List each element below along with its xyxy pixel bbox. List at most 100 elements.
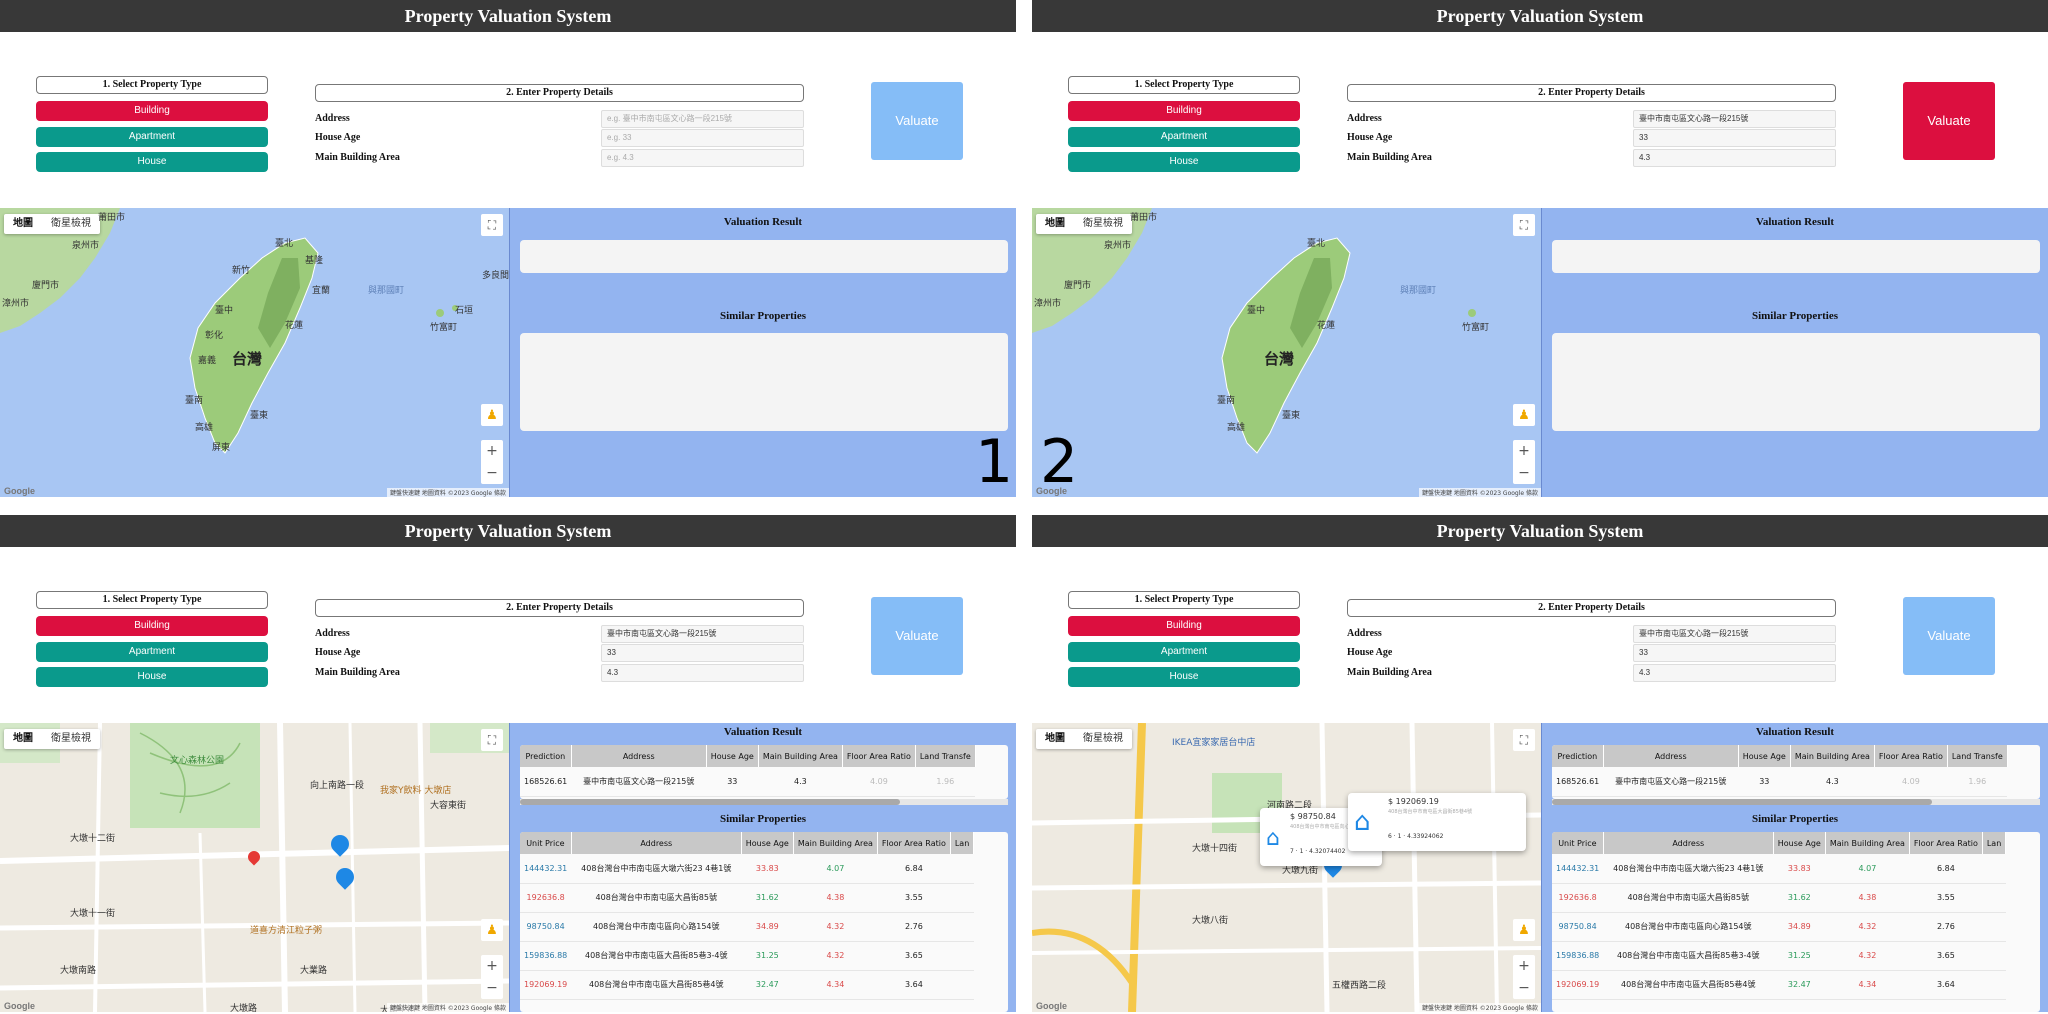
zoom-out-icon[interactable]: − <box>481 977 503 999</box>
scrollbar[interactable] <box>1552 799 2040 805</box>
popup-price: $ 98750.84 <box>1290 812 1336 821</box>
map-view[interactable]: 地圖 衛星檢視 ⛶ 莆田市 泉州市 廈門市 漳州市 臺北 臺中 花蓮 台灣 臺南… <box>1032 208 1541 497</box>
building-button[interactable]: Building <box>1068 616 1300 636</box>
map-label: 漳州市 <box>2 299 30 309</box>
cell: 34.89 <box>741 912 794 942</box>
address-input[interactable]: e.g. 臺中市南屯區文心路一段215號 <box>601 110 804 128</box>
cell: 3.55 <box>877 883 951 913</box>
pegman-icon[interactable]: ♟ <box>1513 919 1535 941</box>
map-tab[interactable]: 地圖 <box>4 214 42 234</box>
map-view[interactable]: 地圖 衛星檢視 ⛶ 文心森林公園 大墩十二街 大墩十一街 大墩南路 大業路 向上… <box>0 723 509 1012</box>
address-input[interactable]: 臺中市南屯區文心路一段215號 <box>601 625 804 643</box>
map-tab[interactable]: 地圖 <box>1036 214 1074 234</box>
pegman-icon[interactable]: ♟ <box>481 404 503 426</box>
map-tab[interactable]: 地圖 <box>1036 729 1074 749</box>
apartment-button[interactable]: Apartment <box>36 127 268 147</box>
building-area-input[interactable]: 4.3 <box>601 664 804 682</box>
map-type-tabs: 地圖 衛星檢視 <box>1036 729 1132 749</box>
apartment-button[interactable]: Apartment <box>1068 642 1300 662</box>
map-label: 大墩路 <box>230 1004 258 1012</box>
building-button[interactable]: Building <box>1068 101 1300 121</box>
pegman-icon[interactable]: ♟ <box>481 919 503 941</box>
zoom-control: + − <box>481 955 503 999</box>
table-row: 159836.88 408台灣台中市南屯區大昌街85巷3-4號 31.25 4.32 3… <box>520 941 974 971</box>
apartment-button[interactable]: Apartment <box>1068 127 1300 147</box>
map-label: 莆田市 <box>98 213 126 223</box>
house-age-input[interactable]: 33 <box>1633 129 1836 147</box>
cell: 4.32 <box>793 941 878 971</box>
table-row: 159836.88 408台灣台中市南屯區大昌街85巷3-4號 31.25 4.32 3… <box>1552 941 2006 971</box>
cell: 408台灣台中市南屯區大昌街85巷4號 <box>571 970 742 1000</box>
map-footer: 鍵盤快速鍵 地圖資料 ©2023 Google 條款 <box>1418 488 1541 497</box>
similar-properties-title: Similar Properties <box>1751 310 1839 322</box>
building-area-input[interactable]: 4.3 <box>1633 149 1836 167</box>
map-label: 花蓮 <box>285 321 304 331</box>
building-button[interactable]: Building <box>36 616 268 636</box>
building-area-label: Main Building Area <box>315 667 400 678</box>
valuate-button[interactable]: Valuate <box>871 82 963 160</box>
house-button[interactable]: House <box>1068 152 1300 172</box>
house-button[interactable]: House <box>36 152 268 172</box>
house-age-input[interactable]: 33 <box>601 644 804 662</box>
cell: 159836.88 <box>1552 941 1604 971</box>
house-age-input[interactable]: e.g. 33 <box>601 129 804 147</box>
cell: 408台灣台中市南屯區大昌街85巷3-4號 <box>571 941 742 971</box>
satellite-tab[interactable]: 衛星檢視 <box>1074 214 1132 234</box>
zoom-out-icon[interactable]: − <box>1513 462 1535 484</box>
zoom-in-icon[interactable]: + <box>1513 955 1535 977</box>
valuate-button[interactable]: Valuate <box>1903 82 1995 160</box>
map-tab[interactable]: 地圖 <box>4 729 42 749</box>
address-input[interactable]: 臺中市南屯區文心路一段215號 <box>1633 110 1836 128</box>
building-area-input[interactable]: e.g. 4.3 <box>601 149 804 167</box>
col-header: Floor Area Ratio <box>877 832 951 854</box>
cell: 6.84 <box>1909 854 1983 884</box>
col-header: Prediction <box>1552 745 1604 767</box>
cell: 32.47 <box>1773 970 1826 1000</box>
house-age-label: House Age <box>1347 647 1393 658</box>
satellite-tab[interactable]: 衛星檢視 <box>42 729 100 749</box>
map-view[interactable]: 地圖 衛星檢視 ⛶ 莆田市 泉州市 廈門市 漳州市 臺北 基隆 新竹 宜蘭 臺中… <box>0 208 509 497</box>
building-area-label: Main Building Area <box>315 152 400 163</box>
address-input[interactable]: 臺中市南屯區文心路一段215號 <box>1633 625 1836 643</box>
valuate-button[interactable]: Valuate <box>1903 597 1995 675</box>
apartment-button[interactable]: Apartment <box>36 642 268 662</box>
satellite-tab[interactable]: 衛星檢視 <box>42 214 100 234</box>
building-area-input[interactable]: 4.3 <box>1633 664 1836 682</box>
cell: 33 <box>1738 767 1791 797</box>
cell: 33 <box>706 767 759 797</box>
fullscreen-icon[interactable]: ⛶ <box>481 729 503 751</box>
cell: 408台灣台中市南屯區大墩六街23 4巷1號 <box>571 854 742 884</box>
popup-stat-b: 1 <box>1299 848 1304 855</box>
building-button[interactable]: Building <box>36 101 268 121</box>
pegman-icon[interactable]: ♟ <box>1513 404 1535 426</box>
house-age-input[interactable]: 33 <box>1633 644 1836 662</box>
cell: 192069.19 <box>1552 970 1604 1000</box>
fullscreen-icon[interactable]: ⛶ <box>481 214 503 236</box>
map-label: 基隆 <box>305 256 324 266</box>
map-label: 石垣 <box>455 306 474 316</box>
address-label: Address <box>1347 628 1382 639</box>
property-popup[interactable]: ⌂ $ 192069.19 408台灣台中市南屯區大昌街85巷4號 6 · 1 … <box>1348 793 1526 851</box>
zoom-in-icon[interactable]: + <box>481 440 503 462</box>
scrollbar[interactable] <box>520 799 1008 805</box>
map-view[interactable]: 地圖 衛星檢視 ⛶ IKEA宜家家居台中店 大墩十四街 大墩九街 大墩八街 五權… <box>1032 723 1541 1012</box>
zoom-in-icon[interactable]: + <box>481 955 503 977</box>
zoom-out-icon[interactable]: − <box>481 462 503 484</box>
house-age-label: House Age <box>1347 132 1393 143</box>
satellite-tab[interactable]: 衛星檢視 <box>1074 729 1132 749</box>
map-label: 向上南路一段 <box>310 781 365 791</box>
valuate-button[interactable]: Valuate <box>871 597 963 675</box>
map-label: 多良間 <box>482 271 509 281</box>
house-button[interactable]: House <box>1068 667 1300 687</box>
zoom-out-icon[interactable]: − <box>1513 977 1535 999</box>
table-row: 144432.31 408台灣台中市南屯區大墩六街23 4巷1號 33.83 4.07… <box>1552 854 2006 884</box>
similar-table: Unit Price Address House Age Main Buildi… <box>520 832 975 1000</box>
fullscreen-icon[interactable]: ⛶ <box>1513 214 1535 236</box>
house-button[interactable]: House <box>36 667 268 687</box>
col-header: Address <box>1603 745 1739 767</box>
fullscreen-icon[interactable]: ⛶ <box>1513 729 1535 751</box>
map-label: 臺南 <box>1217 396 1236 406</box>
zoom-in-icon[interactable]: + <box>1513 440 1535 462</box>
google-logo: Google <box>4 486 35 496</box>
col-header: Floor Area Ratio <box>1874 745 1948 767</box>
